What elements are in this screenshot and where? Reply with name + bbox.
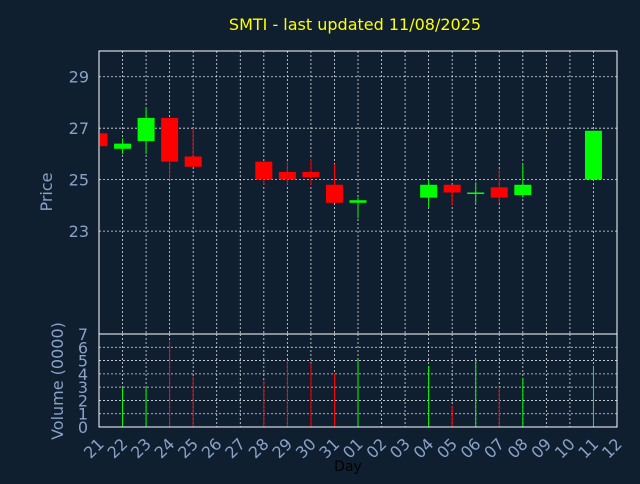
x-axis-label: Day: [334, 459, 362, 475]
stock-chart: SMTI - last updated 11/08/2025 23252729 …: [37, 15, 626, 475]
candle-body: [161, 117, 179, 162]
candle-body: [184, 156, 202, 167]
price-tick-label: 29: [69, 68, 89, 87]
chart-root: SMTI - last updated 11/08/2025 23 25 27 29 …: [0, 0, 640, 480]
candle-body: [100, 133, 108, 147]
candle-body: [420, 184, 438, 198]
candle-body: [278, 171, 296, 180]
candle-body: [584, 130, 602, 180]
chart-title: SMTI - last updated 11/08/2025: [229, 15, 481, 34]
volume-tick-label: 7: [78, 325, 88, 344]
price-axis-label: Price: [37, 172, 56, 211]
price-tick-label: 25: [69, 171, 89, 190]
candle-body: [514, 184, 532, 196]
candle-body: [325, 184, 343, 203]
candle-body: [467, 192, 485, 194]
price-tick-label: 23: [69, 222, 89, 241]
candle-body: [137, 117, 155, 142]
volume-panel: 01234567: [78, 325, 618, 437]
x-tick-label: 12: [598, 434, 626, 462]
candle-body: [255, 161, 273, 180]
candle-body: [114, 143, 132, 149]
candle-body: [443, 184, 461, 193]
candle-body: [349, 200, 367, 203]
price-tick-label: 27: [69, 119, 89, 138]
volume-axis-label: Volume (0000): [48, 322, 67, 440]
candle-body: [302, 171, 320, 178]
price-panel: 23 25 27 29: [69, 50, 618, 335]
candle-body: [490, 187, 508, 198]
